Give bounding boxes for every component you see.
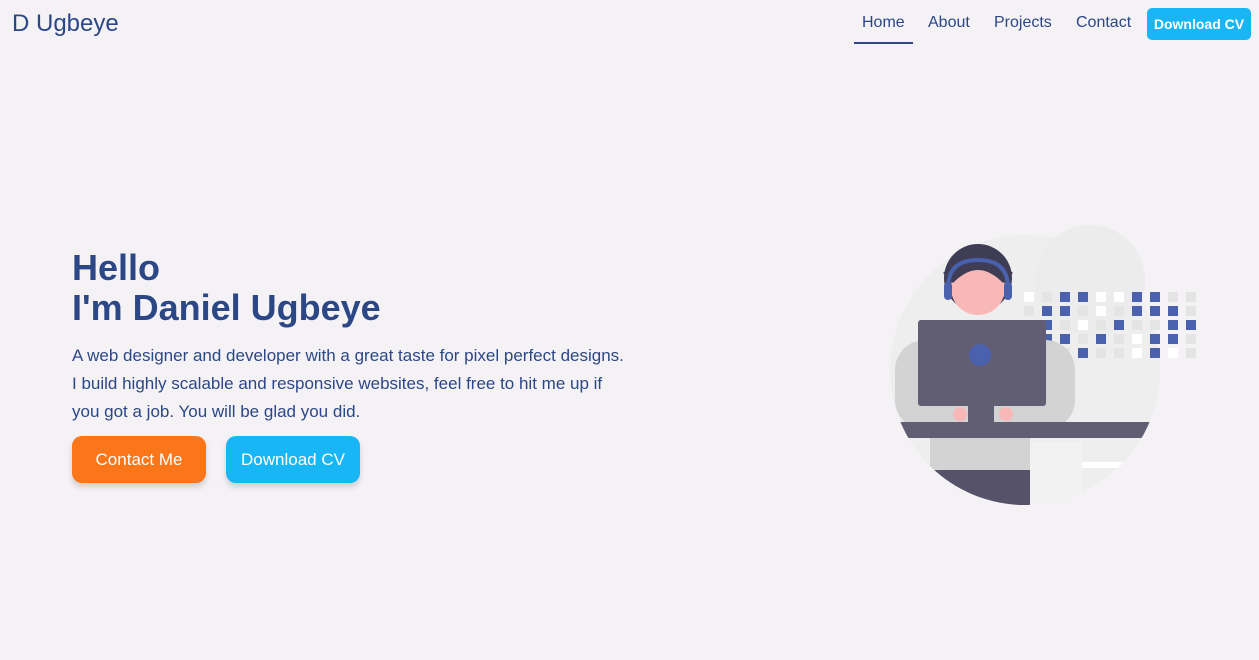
nav-download-cv-button[interactable]: Download CV [1147,8,1251,40]
hero-name: I'm Daniel Ugbeye [72,287,381,328]
nav-item-projects[interactable]: Projects [994,12,1052,34]
nav-item-contact[interactable]: Contact [1076,12,1131,34]
navbar: D Ugbeye Home About Projects Contact Dow… [0,0,1259,48]
hero-description: A web designer and developer with a grea… [72,346,624,421]
nav-item-home[interactable]: Home [854,12,913,44]
download-cv-button[interactable]: Download CV [226,436,360,483]
brand-logo[interactable]: D Ugbeye [12,10,119,38]
hero-greeting: Hello [72,247,161,288]
developer-illustration [890,225,1196,505]
contact-me-button[interactable]: Contact Me [72,436,206,483]
hero-title: Hello I'm Daniel Ugbeye [72,248,381,328]
nav-item-about[interactable]: About [928,12,970,34]
